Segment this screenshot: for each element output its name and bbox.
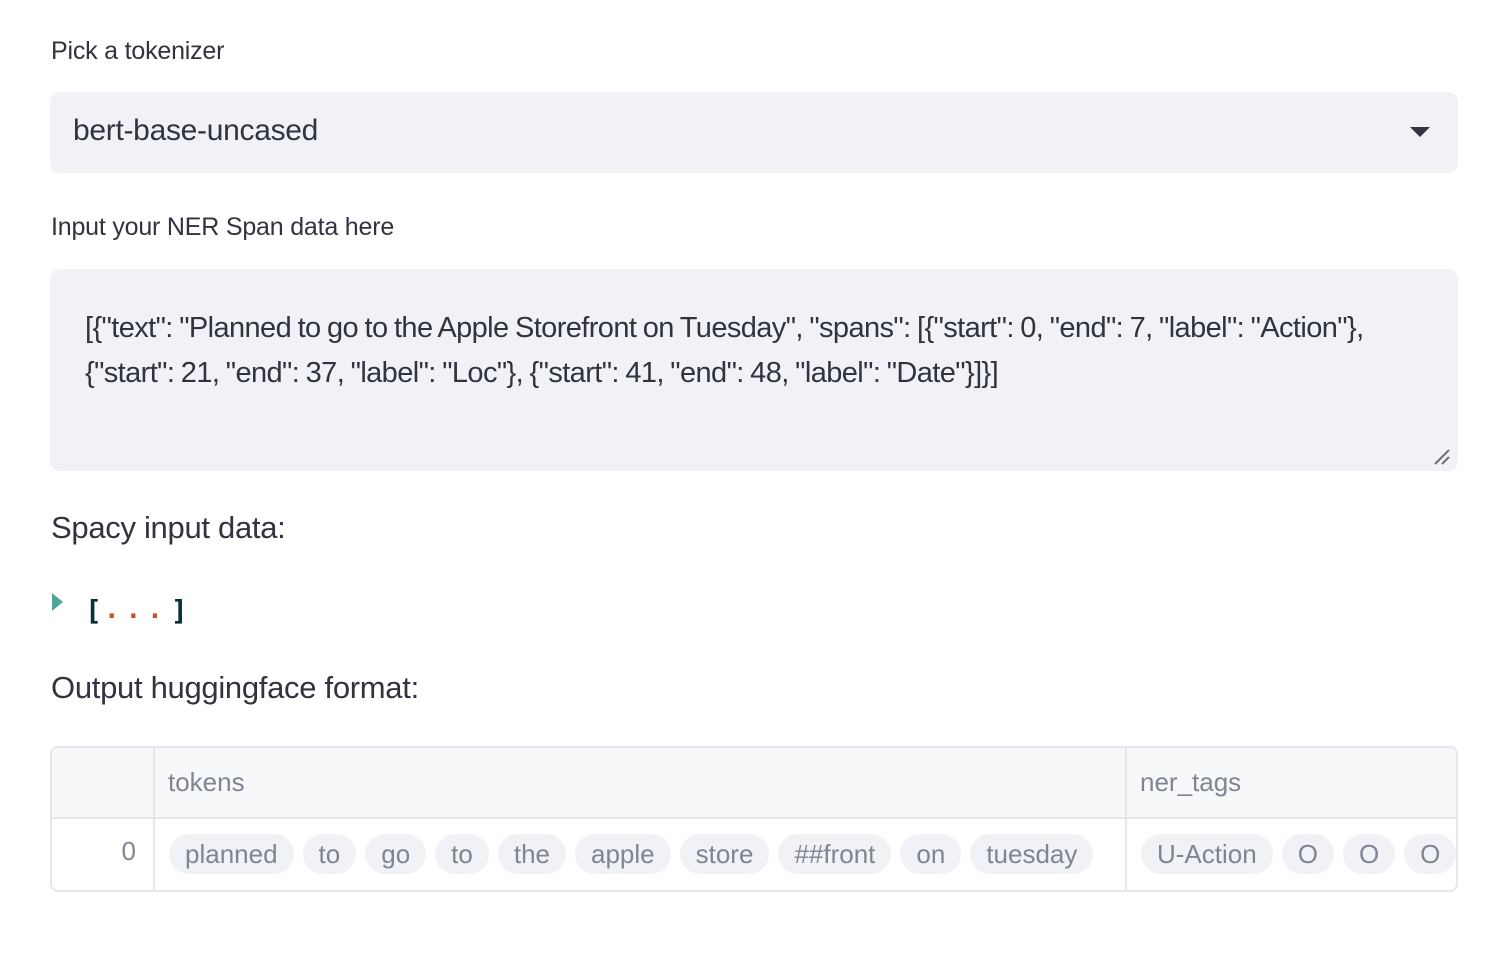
json-close-bracket: ] [170,593,188,627]
expand-caret-icon[interactable] [52,593,63,611]
spacy-json-viewer[interactable]: [ ... ] [52,590,188,630]
table-header: tokens ner_tags [52,748,1456,819]
column-header-ner-tags[interactable]: ner_tags [1140,767,1241,798]
column-divider [153,748,155,890]
token-pill: apple [575,834,671,874]
token-pill: on [900,834,962,874]
page: Pick a tokenizer bert-base-uncased Input… [0,0,1500,980]
tokenizer-selected-value: bert-base-uncased [73,114,319,147]
ner-span-input[interactable]: [{"text": "Planned to go to the Apple St… [50,269,1458,471]
token-pill: planned [169,834,294,874]
token-pill: to [302,834,357,874]
row-index: 0 [121,836,136,866]
ner-tag-pill: O [1404,834,1456,874]
column-divider [1125,748,1127,890]
ner-span-input-value: [{"text": "Planned to go to the Apple St… [85,312,1364,389]
resize-handle-icon[interactable] [1432,447,1450,465]
column-header-tokens[interactable]: tokens [168,767,245,798]
json-open-bracket: [ [85,593,102,627]
token-pill: go [365,834,427,874]
tokenizer-select[interactable]: bert-base-uncased [50,92,1458,173]
token-pill: the [497,834,566,874]
ner-tag-pill: O [1342,834,1396,874]
json-ellipsis[interactable]: ... [104,595,169,625]
token-pill: tuesday [970,834,1094,874]
token-pill: store [679,834,770,874]
chevron-down-icon[interactable] [1410,127,1430,137]
ner-input-label: Input your NER Span data here [51,213,395,241]
ner-tag-pill: O [1281,834,1334,874]
output-heading: Output huggingface format: [51,670,419,705]
ner-tag-pill: U-Action [1141,834,1273,874]
output-dataframe[interactable]: tokens ner_tags 0 planned to go to the apple s… [50,746,1458,892]
ner-tags-cell[interactable]: U-Action O O O [1141,834,1456,874]
token-pill: ##front [778,834,892,874]
token-pill: to [435,834,489,874]
tokens-cell[interactable]: planned to go to the apple store ##front on tuesd… [169,834,1094,874]
spacy-input-heading: Spacy input data: [51,510,286,545]
tokenizer-label: Pick a tokenizer [51,37,225,65]
